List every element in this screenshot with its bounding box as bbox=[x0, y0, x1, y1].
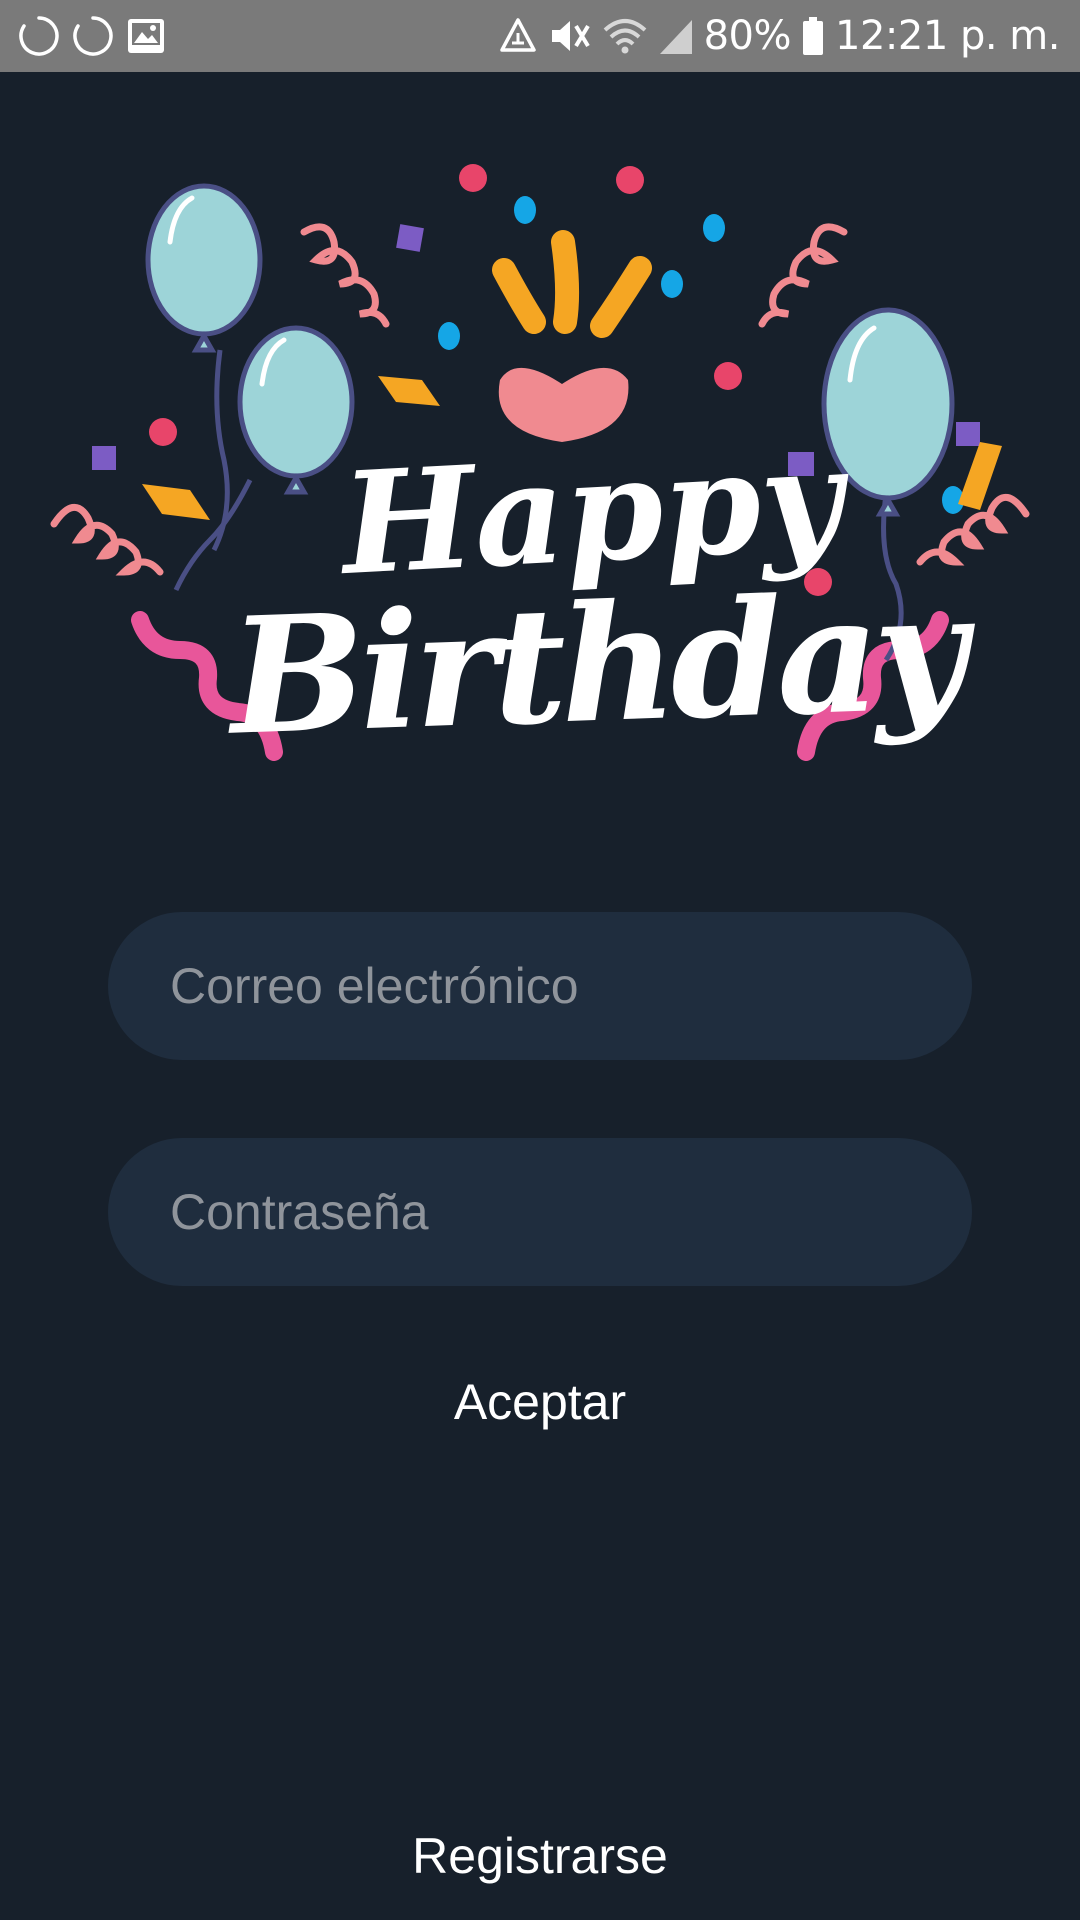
loading-icon bbox=[18, 15, 60, 57]
status-left-icons bbox=[18, 14, 166, 58]
battery-icon bbox=[801, 16, 825, 56]
accept-button[interactable]: Aceptar bbox=[0, 1372, 1080, 1432]
email-input[interactable] bbox=[170, 957, 972, 1015]
email-field[interactable] bbox=[108, 912, 972, 1060]
image-icon bbox=[126, 17, 166, 55]
wifi-icon bbox=[602, 16, 648, 56]
clock: 12:21 p. m. bbox=[835, 13, 1061, 59]
status-bar: 80% 12:21 p. m. bbox=[0, 0, 1080, 72]
greeting-line-2: Birthday bbox=[226, 557, 965, 771]
happy-birthday-illustration: Happy Birthday bbox=[50, 150, 1030, 830]
mute-icon bbox=[548, 16, 592, 56]
loading-icon bbox=[72, 15, 114, 57]
signal-icon bbox=[658, 16, 694, 56]
register-button[interactable]: Registrarse bbox=[0, 1826, 1080, 1886]
battery-percent: 80% bbox=[703, 13, 792, 59]
greeting-title: Happy Birthday bbox=[50, 150, 1030, 830]
password-input[interactable] bbox=[170, 1183, 972, 1241]
recycle-icon bbox=[498, 16, 538, 56]
password-field[interactable] bbox=[108, 1138, 972, 1286]
status-right-icons: 80% 12:21 p. m. bbox=[498, 8, 1061, 64]
